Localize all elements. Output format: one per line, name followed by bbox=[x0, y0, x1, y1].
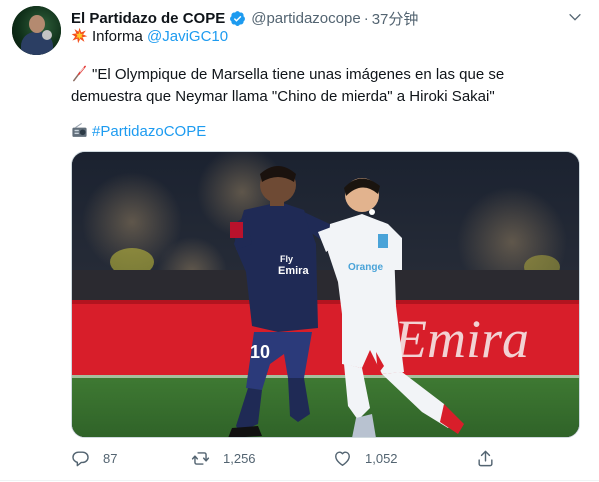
hashtag-link[interactable]: #PartidazoCOPE bbox=[92, 123, 206, 140]
radio-emoji-icon bbox=[72, 122, 87, 137]
jersey-sponsor: Fly bbox=[280, 254, 293, 264]
tweet-divider bbox=[0, 480, 599, 481]
more-options-button[interactable] bbox=[564, 6, 586, 28]
author-handle[interactable]: @partidazocope bbox=[251, 10, 360, 27]
reply-icon bbox=[72, 450, 89, 466]
tweet-line-informa: Informa @JaviGC10 bbox=[71, 27, 228, 47]
tweet[interactable]: El Partidazo de COPE @partidazocope · 37… bbox=[0, 0, 599, 482]
retweet-button[interactable]: 1,256 bbox=[191, 446, 256, 470]
tweet-actions: 87 1,256 1,052 bbox=[71, 446, 501, 470]
informa-text: Informa bbox=[92, 28, 148, 45]
share-icon bbox=[478, 450, 493, 466]
separator-dot: · bbox=[363, 9, 369, 27]
tweet-line-hashtag: #PartidazoCOPE bbox=[71, 122, 206, 142]
ad-board-text: Emira bbox=[393, 309, 529, 369]
microphone-emoji-icon bbox=[73, 65, 86, 82]
match-photo: Emira 10 Fly Emira Orange bbox=[72, 152, 579, 437]
avatar-microphone bbox=[42, 30, 52, 40]
tweet-line-quote-1: "El Olympique de Marsella tiene unas imá… bbox=[71, 65, 504, 85]
verified-badge-icon bbox=[230, 10, 246, 26]
mention-link[interactable]: @JaviGC10 bbox=[147, 28, 228, 45]
tweet-media-photo[interactable]: Emira 10 Fly Emira Orange bbox=[71, 151, 580, 438]
quote-line-1: "El Olympique de Marsella tiene unas imá… bbox=[92, 66, 505, 83]
author-display-name[interactable]: El Partidazo de COPE bbox=[71, 10, 225, 27]
like-count: 1,052 bbox=[365, 450, 398, 466]
collision-emoji-icon bbox=[71, 27, 88, 44]
tweet-timestamp[interactable]: 37分钟 bbox=[372, 8, 419, 29]
like-button[interactable]: 1,052 bbox=[333, 446, 398, 470]
retweet-icon bbox=[191, 451, 210, 465]
svg-text:Emira: Emira bbox=[278, 265, 309, 277]
avatar-figure-head bbox=[29, 15, 45, 33]
svg-text:Orange: Orange bbox=[348, 262, 383, 273]
chevron-down-icon bbox=[569, 13, 581, 21]
tweet-header: El Partidazo de COPE @partidazocope · 37… bbox=[71, 8, 418, 28]
tweet-line-quote-2: demuestra que Neymar llama "Chino de mie… bbox=[71, 87, 495, 107]
heart-icon bbox=[335, 450, 350, 466]
retweet-count: 1,256 bbox=[223, 450, 256, 466]
reply-button[interactable]: 87 bbox=[71, 446, 117, 470]
avatar[interactable] bbox=[12, 6, 61, 55]
quote-line-2: demuestra que Neymar llama "Chino de mie… bbox=[71, 88, 495, 105]
reply-count: 87 bbox=[103, 450, 118, 466]
jersey-number: 10 bbox=[250, 342, 270, 362]
share-button[interactable] bbox=[476, 446, 495, 470]
